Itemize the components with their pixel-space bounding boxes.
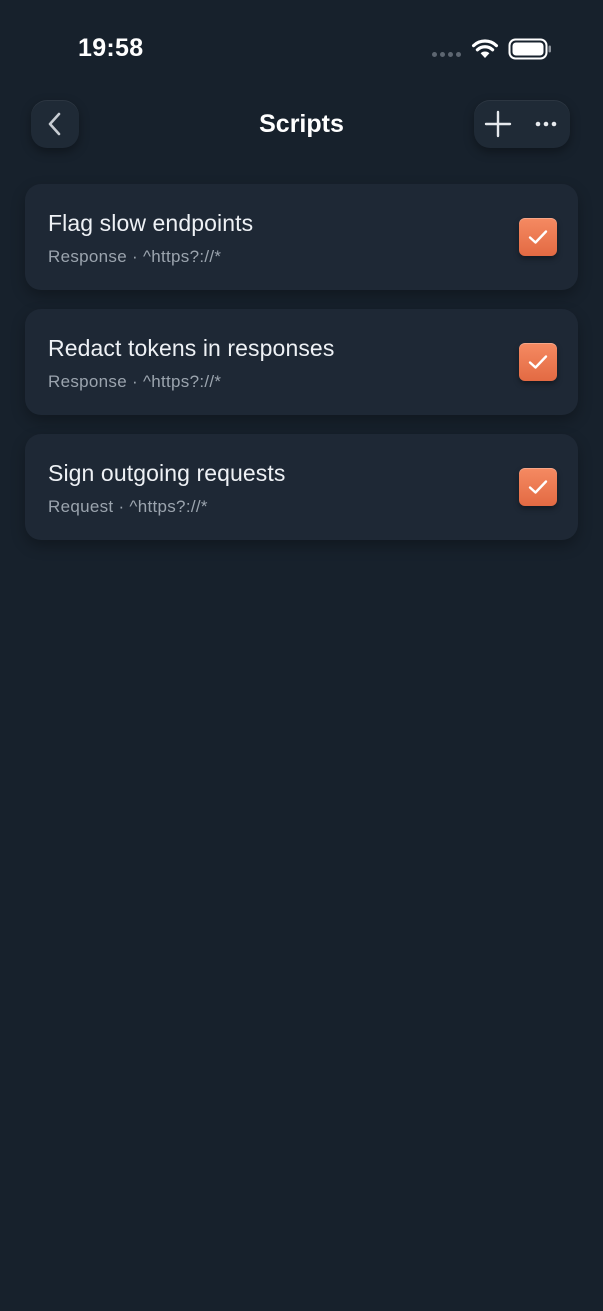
script-item[interactable]: Flag slow endpoints Response · ^https?:/… <box>25 184 578 290</box>
battery-icon <box>508 38 551 60</box>
more-options-button[interactable] <box>522 100 570 148</box>
script-item[interactable]: Redact tokens in responses Response · ^h… <box>25 309 578 415</box>
script-subtitle: Request · ^https?://* <box>48 497 208 516</box>
script-enabled-checkbox[interactable] <box>519 218 557 256</box>
navigation-bar: Scripts <box>0 96 603 156</box>
checkmark-icon <box>528 230 548 244</box>
script-title: Redact tokens in responses <box>48 335 335 361</box>
cellular-signal-icon <box>432 52 461 57</box>
ellipsis-icon <box>535 121 557 127</box>
status-time: 19:58 <box>78 34 144 62</box>
add-script-button[interactable] <box>474 100 522 148</box>
status-bar: 19:58 <box>0 0 603 90</box>
script-title: Flag slow endpoints <box>48 210 254 236</box>
scripts-list: Flag slow endpoints Response · ^https?:/… <box>25 184 578 559</box>
nav-actions <box>474 100 570 148</box>
plus-icon <box>484 110 512 138</box>
checkmark-icon <box>528 355 548 369</box>
wifi-icon <box>472 39 498 58</box>
script-subtitle: Response · ^https?://* <box>48 247 222 266</box>
checkmark-icon <box>528 480 548 494</box>
script-enabled-checkbox[interactable] <box>519 343 557 381</box>
script-enabled-checkbox[interactable] <box>519 468 557 506</box>
script-title: Sign outgoing requests <box>48 460 286 486</box>
script-item[interactable]: Sign outgoing requests Request · ^https?… <box>25 434 578 540</box>
script-subtitle: Response · ^https?://* <box>48 372 222 391</box>
